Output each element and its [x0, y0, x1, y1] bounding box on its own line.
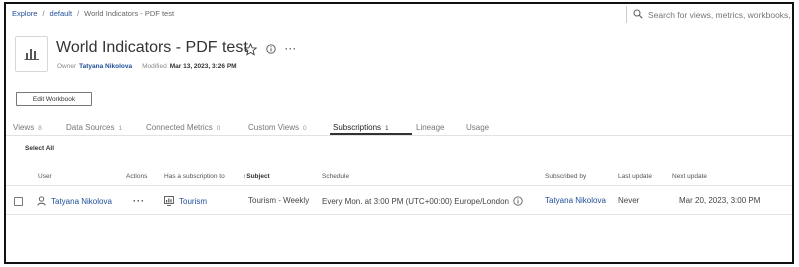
tab-label: Views: [13, 123, 35, 132]
top-bar: Explore / default / World Indicators - PDF t…: [6, 4, 792, 26]
row-actions-button[interactable]: ···: [133, 196, 145, 206]
breadcrumb-separator: /: [42, 9, 45, 18]
column-header-schedule[interactable]: Schedule: [322, 173, 349, 180]
column-header-subscribed-by[interactable]: Subscribed by: [545, 173, 586, 180]
tab-custom-views[interactable]: Custom Views 0: [248, 123, 307, 132]
search-placeholder: Search for views, metrics, workbooks, an…: [648, 9, 794, 20]
more-icon[interactable]: ···: [285, 44, 297, 54]
tab-label: Data Sources: [66, 123, 115, 132]
tab-count: 0: [302, 125, 307, 132]
tab-label: Connected Metrics: [146, 123, 213, 132]
tab-views[interactable]: Views 8: [13, 123, 42, 132]
app-frame: Explore / default / World Indicators - PDF t…: [4, 2, 794, 264]
tab-lineage[interactable]: Lineage: [416, 123, 444, 132]
view-icon: [164, 196, 174, 206]
subject-cell: Tourism - Weekly: [248, 196, 310, 205]
column-header-subscription-to[interactable]: Has a subscription to: [164, 173, 225, 180]
table-row: Tatyana Nikolova ··· Tourism Tourism - W…: [6, 186, 792, 215]
owner-label: Owner: [57, 63, 77, 70]
breadcrumb-explore[interactable]: Explore: [12, 9, 37, 18]
tab-connected-metrics[interactable]: Connected Metrics 0: [146, 123, 220, 132]
user-name: Tatyana Nikolova: [51, 196, 112, 206]
tab-usage[interactable]: Usage: [466, 123, 489, 132]
user-cell[interactable]: Tatyana Nikolova: [37, 196, 112, 206]
user-icon: [37, 196, 46, 206]
row-checkbox[interactable]: [14, 197, 23, 206]
select-all-button[interactable]: Select All: [25, 145, 54, 152]
next-update-cell: Mar 20, 2023, 3:00 PM: [679, 196, 761, 205]
column-header-subject-label: Subject: [246, 173, 270, 180]
column-header-actions: Actions: [126, 173, 148, 180]
breadcrumb-current: World Indicators - PDF test: [84, 9, 175, 18]
breadcrumb-separator: /: [77, 9, 80, 18]
header-actions: ···: [244, 40, 297, 58]
workbook-meta: Owner Tatyana Nikolova Modified Mar 13, 202…: [57, 63, 237, 70]
info-icon[interactable]: [266, 44, 276, 54]
active-tab-indicator: [330, 133, 412, 135]
owner-link[interactable]: Tatyana Nikolova: [79, 63, 132, 70]
tab-bar: Views 8 Data Sources 1 Connected Metrics 0 …: [6, 120, 792, 136]
tab-subscriptions[interactable]: Subscriptions 1: [333, 123, 389, 132]
tab-label: Usage: [466, 123, 490, 132]
workbook-icon: [15, 36, 48, 72]
search-input[interactable]: Search for views, metrics, workbooks, an…: [626, 6, 794, 23]
column-header-next-update[interactable]: Next update: [672, 173, 707, 180]
tab-count: 1: [118, 125, 123, 132]
subscription-target-name: Tourism: [179, 196, 208, 206]
star-icon[interactable]: [244, 42, 257, 56]
tab-count: 0: [216, 125, 221, 132]
info-icon[interactable]: [513, 196, 523, 206]
column-header-last-update[interactable]: Last update: [618, 173, 652, 180]
breadcrumb-default[interactable]: default: [50, 9, 73, 18]
breadcrumb: Explore / default / World Indicators - PDF t…: [12, 9, 174, 18]
table-header: User Actions Has a subscription to ↑Subj…: [6, 166, 792, 186]
subscribed-by-link[interactable]: Tatyana Nikolova: [545, 196, 606, 205]
subscription-target-link[interactable]: Tourism: [164, 196, 207, 206]
modified-value: Mar 13, 2023, 3:26 PM: [169, 63, 237, 70]
search-icon: [633, 6, 643, 23]
schedule-text: Every Mon. at 3:00 PM (UTC+00:00) Europe…: [322, 196, 509, 206]
column-header-subject[interactable]: ↑Subject: [243, 173, 270, 180]
tab-label: Subscriptions: [333, 123, 382, 132]
last-update-cell: Never: [618, 196, 640, 205]
tab-label: Custom Views: [248, 123, 299, 132]
tab-data-sources[interactable]: Data Sources 1: [66, 123, 122, 132]
tab-count: 1: [385, 125, 389, 132]
page-title: World Indicators - PDF test: [56, 39, 248, 56]
edit-workbook-button[interactable]: Edit Workbook: [16, 92, 92, 106]
modified-label: Modified: [142, 63, 167, 70]
tab-label: Lineage: [416, 123, 445, 132]
tab-count: 8: [38, 125, 42, 132]
schedule-cell: Every Mon. at 3:00 PM (UTC+00:00) Europe…: [322, 196, 523, 206]
column-header-user[interactable]: User: [38, 173, 52, 180]
